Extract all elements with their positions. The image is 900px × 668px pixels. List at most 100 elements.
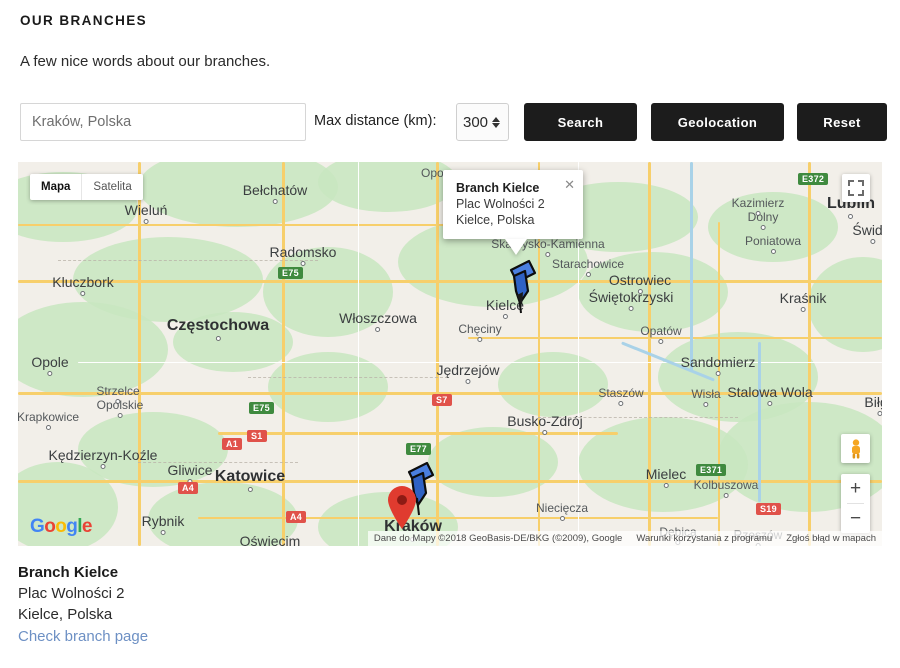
- pegman-icon[interactable]: [841, 434, 870, 463]
- road-shield-icon: S7: [432, 394, 452, 406]
- max-distance-label: Max distance (km):: [314, 113, 437, 129]
- map-label-text: Częstochowa: [166, 317, 270, 334]
- map-place-dot-icon: [247, 487, 253, 492]
- map-place-dot-icon: [585, 272, 591, 277]
- map-place-dot-icon: [300, 261, 306, 266]
- map-label-text: Opole: [31, 354, 69, 370]
- map-label-text: Kazimierz: [731, 196, 785, 210]
- map-label-text: Katowice: [214, 468, 286, 485]
- branch-marker-kielce[interactable]: [498, 256, 542, 321]
- max-distance-stepper[interactable]: 300: [456, 103, 509, 141]
- map-label: Kluczbork: [52, 274, 114, 296]
- map-label: Rybnik: [141, 513, 185, 535]
- branch-city: Kielce, Polska: [18, 606, 113, 623]
- map-label: Sandomierz: [680, 354, 756, 376]
- map-label: Świętokrzyski: [588, 289, 674, 311]
- map-place-dot-icon: [663, 483, 669, 488]
- map-type-control[interactable]: Mapa Satelita: [30, 174, 143, 200]
- branch-page-link[interactable]: Check branch page: [18, 628, 148, 645]
- map-label: Opole: [31, 354, 69, 376]
- road-shield-icon: A1: [222, 438, 243, 450]
- map-type-mapa[interactable]: Mapa: [30, 174, 81, 200]
- map-place-dot-icon: [877, 411, 882, 416]
- administrative-border: [248, 377, 448, 378]
- road-shield-icon: A4: [286, 511, 307, 523]
- map-place-dot-icon: [559, 516, 565, 521]
- origin-marker-krakow[interactable]: [385, 484, 419, 535]
- map-label-text: Świdni: [852, 222, 882, 238]
- info-window-city: Kielce, Polska: [456, 213, 535, 227]
- attribution-report-link[interactable]: Zgłoś błąd w mapach: [786, 533, 876, 544]
- map-place-dot-icon: [465, 379, 471, 384]
- map-place-dot-icon: [545, 252, 551, 257]
- info-window-address: Plac Wolności 2: [456, 197, 545, 211]
- max-distance-value[interactable]: 300: [457, 114, 492, 131]
- branches-page: OUR BRANCHES A few nice words about our …: [0, 0, 900, 668]
- map-place-dot-icon: [618, 401, 624, 406]
- attribution-terms-link[interactable]: Warunki korzystania z programu: [636, 533, 772, 544]
- map-place-dot-icon: [848, 214, 854, 219]
- map-label-text: Kędzierzyn-Koźle: [48, 447, 158, 463]
- map-label-text: Gliwice: [167, 462, 213, 478]
- zoom-in-button[interactable]: +: [841, 474, 870, 503]
- map-place-dot-icon: [272, 199, 278, 204]
- map-label-text: Świętokrzyski: [588, 289, 674, 305]
- map-label-text: Mielec: [645, 466, 687, 482]
- close-icon[interactable]: ✕: [564, 178, 575, 191]
- map-label: Biłgo: [864, 394, 882, 416]
- map-label-text: Kluczbork: [52, 274, 114, 290]
- map-label-text: Sandomierz: [680, 354, 756, 370]
- map-label-text: Bełchatów: [242, 182, 308, 198]
- map-place-dot-icon: [143, 219, 149, 224]
- map-label: Chęciny: [458, 322, 502, 342]
- map-label: Niecięcza: [536, 501, 588, 521]
- branch-result-item: Branch Kielce Plac Wolności 2 Kielce, Po…: [18, 564, 148, 646]
- map-place-dot-icon: [658, 339, 664, 344]
- map-label-text: Niecięcza: [535, 501, 589, 515]
- map-place-dot-icon: [770, 249, 776, 254]
- branches-map[interactable]: BełchatówOpocznoWieluńRadomskoKluczborkS…: [18, 162, 882, 546]
- map-place-dot-icon: [628, 306, 634, 311]
- attribution-data: Dane do Mapy ©2018 GeoBasis-DE/BKG (©200…: [373, 533, 623, 544]
- map-label: Stalowa Wola: [727, 384, 813, 406]
- logo-letter: g: [66, 516, 78, 537]
- intro-text: A few nice words about our branches.: [20, 53, 271, 70]
- map-type-satelita[interactable]: Satelita: [82, 174, 142, 200]
- map-label: Częstochowa: [167, 317, 269, 341]
- road-shield-icon: E77: [406, 443, 431, 455]
- map-label: Wisła: [691, 387, 721, 407]
- road-shield-icon: A4: [178, 482, 199, 494]
- geolocation-button[interactable]: Geolocation: [651, 103, 784, 141]
- map-label-text: Włoszczowa: [339, 310, 417, 326]
- map-label-text: Rybnik: [141, 513, 185, 529]
- map-place-dot-icon: [715, 371, 721, 376]
- reset-button[interactable]: Reset: [797, 103, 887, 141]
- map-label-text: Krapkowice: [18, 410, 80, 424]
- map-label-text: Kraśnik: [779, 290, 827, 306]
- map-label: Gliwice: [167, 462, 213, 484]
- map-label-text: Ostrowiec: [608, 272, 672, 288]
- logo-letter: e: [81, 516, 93, 537]
- map-label-text: Wisła: [691, 387, 721, 401]
- map-label: Busko-Zdrój: [507, 413, 583, 435]
- search-button[interactable]: Search: [524, 103, 637, 141]
- map-place-dot-icon: [760, 225, 766, 230]
- map-label-text: Opatów: [640, 324, 682, 338]
- map-label: Świdni: [852, 222, 882, 244]
- fullscreen-icon[interactable]: [842, 174, 870, 202]
- stepper-arrows-icon[interactable]: [492, 116, 503, 128]
- location-search-input[interactable]: [20, 103, 306, 141]
- river: [690, 162, 693, 372]
- map-canvas[interactable]: BełchatówOpocznoWieluńRadomskoKluczborkS…: [18, 162, 882, 546]
- map-label: Katowice: [215, 468, 285, 492]
- zoom-control[interactable]: + −: [841, 474, 870, 533]
- map-place-dot-icon: [45, 425, 51, 430]
- map-label: Radomsko: [270, 244, 336, 266]
- logo-letter: o: [44, 516, 56, 537]
- zoom-out-button[interactable]: −: [841, 504, 870, 533]
- map-label: Oświęcim: [240, 533, 301, 546]
- map-label: Jędrzejów: [436, 362, 500, 384]
- road-shield-icon: E75: [278, 267, 303, 279]
- page-title: OUR BRANCHES: [20, 13, 148, 28]
- map-label: Bełchatów: [242, 182, 308, 204]
